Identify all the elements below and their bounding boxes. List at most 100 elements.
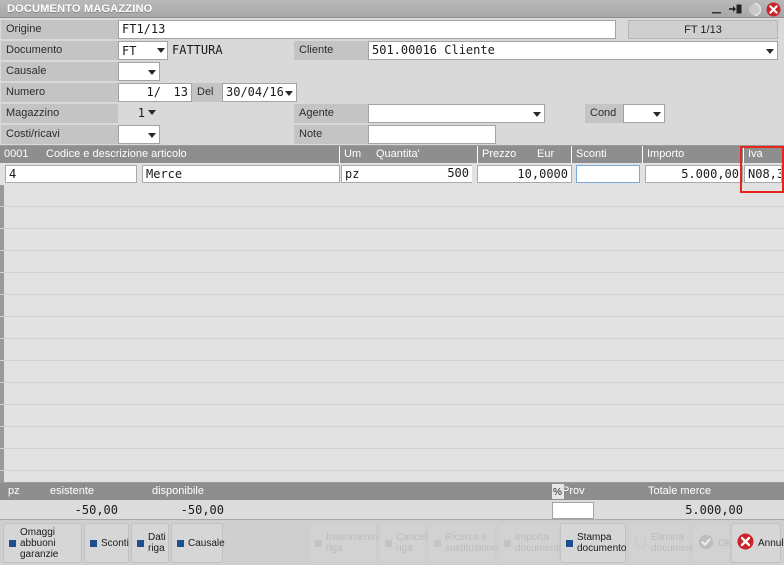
origine-label: Origine — [1, 20, 118, 39]
cancel-circle-icon — [737, 533, 754, 553]
grid-header-um: Um — [344, 148, 362, 160]
totals-disponibile-label: disponibile — [152, 485, 204, 497]
prov-input[interactable] — [552, 502, 594, 519]
documento-description: FATTURA — [172, 43, 223, 57]
cliente-value: 501.00016 Cliente — [372, 43, 495, 57]
grid-empty-row[interactable] — [0, 317, 784, 339]
grid-empty-row[interactable] — [0, 251, 784, 273]
cell-iva[interactable]: N08,3 — [744, 165, 782, 183]
window-title-bar: DOCUMENTO MAGAZZINO — [0, 0, 784, 18]
inserimento-riga-button[interactable]: Inserimento riga — [309, 523, 379, 563]
dati-riga-button[interactable]: Dati riga — [131, 523, 169, 563]
chevron-down-icon — [148, 70, 156, 75]
table-row: 4 Merce pz 500 10,0000 5.000,00 N08,3 — [0, 163, 784, 185]
grid-empty-row[interactable] — [0, 361, 784, 383]
chevron-down-icon — [653, 112, 661, 117]
minimize-icon[interactable] — [708, 1, 725, 18]
sconti-button[interactable]: Sconti — [84, 523, 129, 563]
agente-label: Agente — [294, 104, 368, 123]
chevron-down-icon — [285, 91, 293, 96]
numero-field[interactable]: 1/ — [118, 83, 164, 102]
sconti-label: Sconti — [101, 537, 129, 549]
window-controls — [708, 0, 782, 18]
chevron-down-icon — [157, 48, 165, 53]
inserimento-riga-label: Inserimento riga — [326, 532, 379, 554]
close-icon[interactable] — [765, 1, 782, 18]
square-icon — [177, 539, 184, 547]
causale-label: Causale — [188, 537, 225, 549]
note-field[interactable] — [368, 125, 496, 144]
agente-value — [369, 105, 544, 122]
window-title: DOCUMENTO MAGAZZINO — [7, 2, 153, 15]
totals-prov-label: Prov — [562, 485, 585, 497]
totals-um-label: pz — [8, 485, 20, 497]
magazzino-combo[interactable]: 1 — [118, 104, 158, 123]
totals-totale-merce-label: Totale merce — [648, 485, 711, 497]
origine-badge: FT 1/13 — [628, 20, 778, 39]
cliente-combo[interactable]: 501.00016 Cliente — [368, 41, 778, 60]
omaggi-abbuoni-garanzie-label: Omaggi abbuoni garanzie — [20, 526, 59, 560]
grid-header-importo: Importo — [643, 146, 744, 163]
documento-magazzino-window: DOCUMENTO MAGAZZINO Origine FT1/13 FT 1/… — [0, 0, 784, 565]
stampa-documento-button[interactable]: Stampa documento — [560, 523, 626, 563]
cell-descrizione[interactable]: Merce — [142, 165, 340, 183]
cell-quantita[interactable]: 500 — [341, 165, 472, 183]
del-label: Del — [192, 83, 222, 102]
stampa-documento-label: Stampa documento — [577, 532, 627, 554]
chevron-down-icon — [148, 110, 156, 115]
numero-serie-field[interactable]: 13 — [164, 83, 192, 102]
annulla-button[interactable]: Annulla — [731, 523, 784, 563]
chevron-down-icon — [148, 133, 156, 138]
percent-icon: % — [552, 484, 564, 499]
grid-header-sconti: Sconti — [572, 146, 643, 163]
grid-header-descrizione: Codice e descrizione articolo — [42, 146, 340, 163]
causale-combo[interactable] — [118, 62, 160, 81]
grid-empty-row[interactable] — [0, 229, 784, 251]
cond-combo[interactable] — [623, 104, 665, 123]
grid-empty-row[interactable] — [0, 383, 784, 405]
ok-button[interactable]: Ok — [692, 523, 731, 563]
check-circle-icon — [698, 534, 714, 553]
square-icon — [90, 539, 97, 547]
square-icon — [385, 539, 392, 547]
grid-empty-rows — [0, 185, 784, 484]
totals-disponibile-value: -50,00 — [180, 503, 224, 517]
omaggi-abbuoni-garanzie-button[interactable]: Omaggi abbuoni garanzie — [3, 523, 82, 563]
bottom-toolbar: Omaggi abbuoni garanzie Sconti Dati riga… — [0, 519, 784, 565]
maximize-icon[interactable] — [746, 1, 763, 18]
grid-header-quantita: Quantita' — [372, 146, 478, 163]
cancella-riga-button[interactable]: Cancella riga — [379, 523, 435, 563]
grid-empty-row[interactable] — [0, 339, 784, 361]
document-header-form: Origine FT1/13 FT 1/13 Documento FT FATT… — [0, 18, 784, 145]
documento-label: Documento — [1, 41, 118, 60]
grid-header-row: 0001 Codice e descrizione articolo Um Qu… — [0, 146, 784, 163]
grid-empty-row[interactable] — [0, 273, 784, 295]
cell-codice[interactable]: 4 — [5, 165, 137, 183]
grid-empty-row[interactable] — [0, 449, 784, 471]
agente-combo[interactable] — [368, 104, 545, 123]
importa-documento-button[interactable]: Importa documento — [498, 523, 564, 563]
chevron-down-icon — [533, 112, 541, 117]
ricerca-e-sostituzione-label: Ricerca e sostituzione — [445, 532, 498, 554]
restore-icon[interactable] — [727, 1, 744, 18]
cell-prezzo[interactable]: 10,0000 — [477, 165, 572, 183]
note-label: Note — [294, 125, 368, 144]
grid-empty-row[interactable] — [0, 207, 784, 229]
grid-empty-row[interactable] — [0, 427, 784, 449]
square-icon — [566, 539, 573, 547]
grid-empty-row[interactable] — [0, 185, 784, 207]
chevron-down-icon — [766, 49, 774, 54]
grid-empty-row[interactable] — [0, 295, 784, 317]
costi-ricavi-combo[interactable] — [118, 125, 160, 144]
square-icon — [137, 539, 144, 547]
cell-importo[interactable]: 5.000,00 — [645, 165, 743, 183]
ricerca-e-sostituzione-button[interactable]: Ricerca e sostituzione — [428, 523, 498, 563]
grid-empty-row[interactable] — [0, 405, 784, 427]
elimina-documento-button[interactable]: Elimina documento — [628, 523, 700, 563]
dati-riga-label: Dati riga — [148, 532, 166, 554]
causale-button[interactable]: Causale — [171, 523, 225, 563]
origine-field[interactable]: FT1/13 — [118, 20, 616, 39]
documento-code-combo[interactable]: FT — [118, 41, 168, 60]
cell-sconti[interactable] — [576, 165, 640, 183]
data-combo[interactable]: 30/04/16 — [222, 83, 297, 102]
